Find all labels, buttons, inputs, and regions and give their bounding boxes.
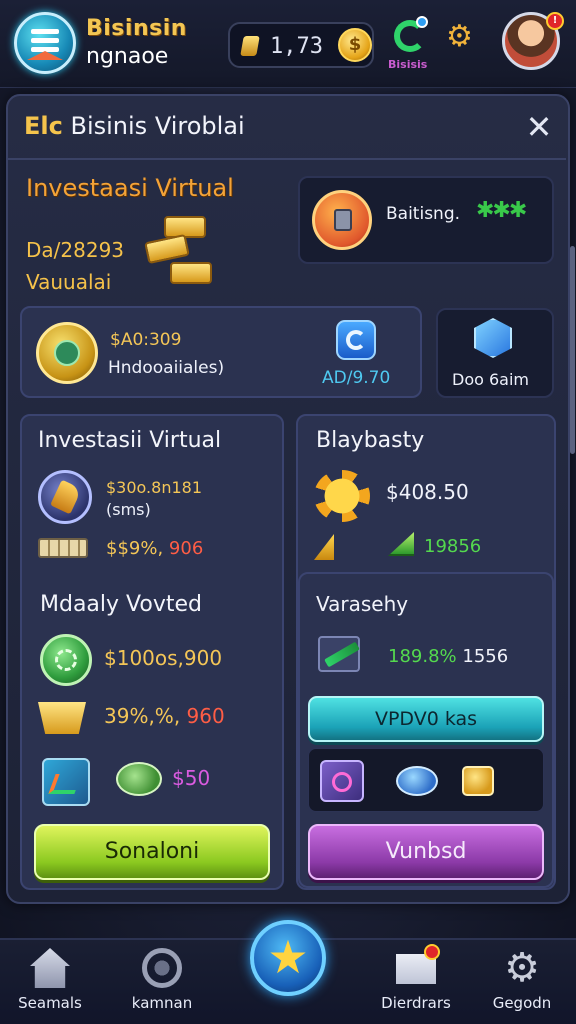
pen-icon[interactable] <box>318 636 360 672</box>
variety-value: 189.8% 1556 <box>388 646 508 667</box>
monthly-change-prefix: 39%,%, <box>104 704 181 728</box>
variety-value-suffix: 1556 <box>462 646 509 667</box>
sonaloni-button[interactable]: Sonaloni <box>34 824 270 880</box>
variety-title: Varasehy <box>316 592 409 616</box>
monthly-value: $100os,900 <box>104 646 223 670</box>
account-rate: AD/9.70 <box>322 368 391 388</box>
shield-badge-icon <box>312 190 372 250</box>
modal-title-text: Bisinis Viroblai <box>70 112 245 140</box>
gem-item-icon[interactable] <box>396 766 438 796</box>
globe-coin-icon <box>40 634 92 686</box>
monthly-change-suffix: 960 <box>186 704 225 728</box>
sun-badge-icon <box>314 470 370 522</box>
refresh-button[interactable] <box>390 16 430 56</box>
nav-item-settings[interactable]: ⚙ Gegodn <box>472 938 572 1024</box>
investment-subtitle: (sms) <box>106 500 151 519</box>
hero-line-2: Vauualai <box>26 270 112 294</box>
nav-label-home: Seamals <box>18 994 82 1012</box>
monthly-change: 39%,%, 960 <box>104 704 225 728</box>
star-icon[interactable]: ★ <box>250 920 326 996</box>
nav-item-kamnan[interactable]: kamnan <box>112 938 212 1024</box>
gear-icon: ⚙ <box>504 945 540 991</box>
coin-balance[interactable]: 1,73 $ <box>228 22 374 68</box>
medal-icon <box>36 322 98 384</box>
cash-value: $50 <box>172 766 211 790</box>
cube-card-label: Doo 6aim <box>452 370 529 389</box>
monthly-section-title: Mdaaly Vovted <box>40 592 202 617</box>
cash-icon <box>38 538 88 558</box>
right-panel-gain: 19856 <box>424 536 482 557</box>
nav-item-messages[interactable]: Dierdrars <box>366 938 466 1024</box>
cash-roll-icon <box>116 762 162 796</box>
variety-value-prefix: 189.8% <box>388 646 457 667</box>
account-value: $A0:309 <box>110 330 182 350</box>
compass-item-icon[interactable] <box>320 760 364 802</box>
scrollbar[interactable] <box>570 246 575 454</box>
refresh-notification-dot <box>416 16 428 28</box>
vunbsd-button[interactable]: Vunbsd <box>308 824 544 880</box>
close-icon[interactable]: ✕ <box>520 108 558 146</box>
account-subtitle: Hndooaiiales) <box>108 358 225 378</box>
right-panel-title: Blaybasty <box>316 428 425 453</box>
gold-bar-icon <box>240 36 260 56</box>
vpdv0-button[interactable]: VPDV0 kas <box>308 696 544 742</box>
nav-item-home[interactable]: Seamals <box>0 938 100 1024</box>
sync-icon[interactable] <box>336 320 376 360</box>
hero-title: Investaasi Virtual <box>26 174 234 202</box>
modal-title-tag: Elc <box>24 112 63 140</box>
coin-balance-value: 1,73 <box>270 34 323 59</box>
settings-gear-icon[interactable]: ⚙ <box>446 22 473 52</box>
mail-alert-badge <box>424 944 440 960</box>
nav-label-messages: Dierdrars <box>381 994 451 1012</box>
gold-cart-icon <box>38 702 86 734</box>
hero-line-1: Da/28293 <box>26 238 125 262</box>
brand-subtitle: ngnaoe <box>86 44 169 69</box>
modal-title: Elc Bisinis Viroblai <box>24 112 245 140</box>
rank-stars-icon: ✱✱✱ <box>476 198 527 223</box>
coin-item-icon[interactable] <box>462 766 494 796</box>
right-panel-value: $408.50 <box>386 480 469 504</box>
app-logo-icon[interactable] <box>14 12 76 74</box>
gold-stack-icon <box>140 212 212 292</box>
home-icon <box>30 948 70 988</box>
left-panel-title: Investasii Virtual <box>38 428 222 453</box>
avatar-alert-badge: ! <box>546 12 564 30</box>
gauge-icon <box>142 948 182 988</box>
nav-label-kamnan: kamnan <box>131 994 193 1012</box>
add-coin-icon[interactable]: $ <box>338 28 372 62</box>
nav-label-settings: Gegodn <box>492 994 552 1012</box>
rank-badge-text: Baitisng. <box>386 204 461 224</box>
investment-gain: $$9%, 906 <box>106 538 203 559</box>
chart-icon[interactable] <box>42 758 90 806</box>
brand-title: Bisinsin <box>86 16 187 41</box>
investment-gain-prefix: $$9%, <box>106 538 164 559</box>
investment-horn-icon <box>38 470 92 524</box>
investment-gain-suffix: 906 <box>168 538 204 559</box>
investment-value: $30o.8n181 <box>106 478 202 497</box>
refresh-label: Bisisis <box>388 58 428 71</box>
